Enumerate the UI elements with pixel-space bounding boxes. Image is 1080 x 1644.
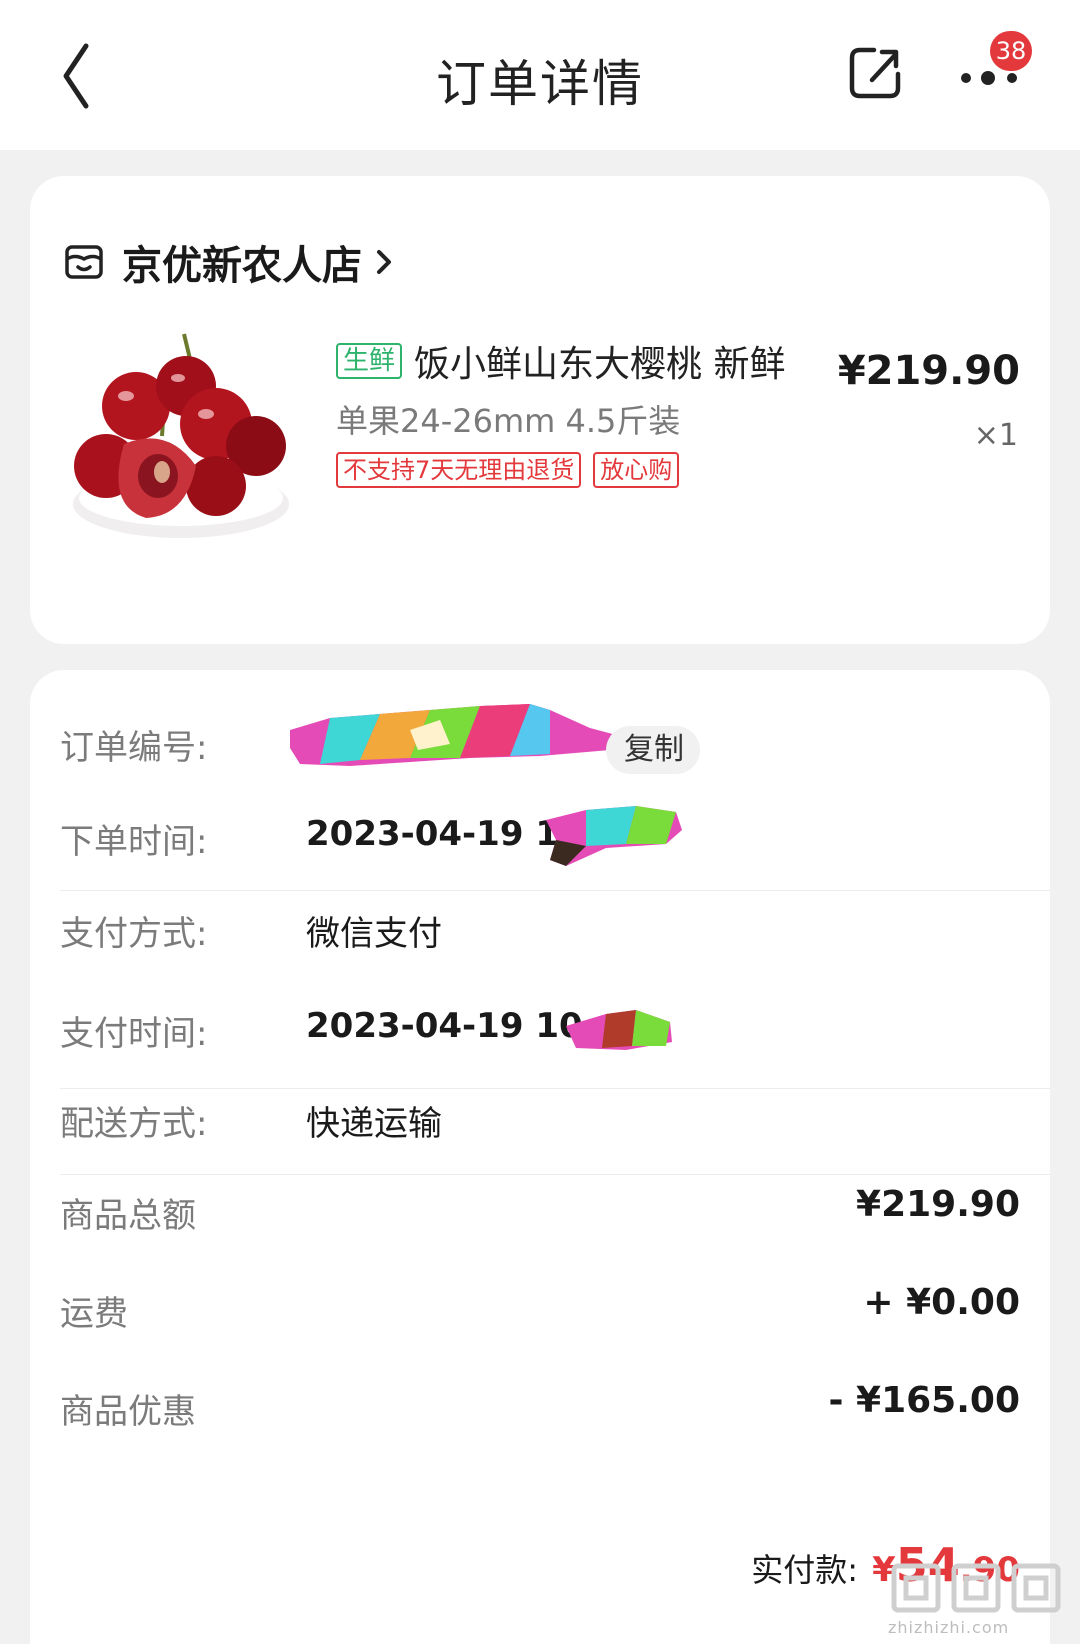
divider	[60, 890, 1050, 891]
assured-tag: 放心购	[593, 452, 680, 488]
watermark: zhizhizhi.com	[888, 1560, 1068, 1640]
product-card: 京优新农人店 生鲜 饭小鲜山东大樱桃 新鲜 单果24-26mm 4.5斤装 不支…	[30, 176, 1050, 644]
payment-method-label: 支付方式:	[60, 914, 208, 954]
store-link[interactable]: 京优新农人店	[64, 232, 394, 292]
product-quantity: ×1	[973, 418, 1018, 453]
payment-time-label: 支付时间:	[60, 1014, 208, 1054]
fresh-tag: 生鲜	[336, 343, 403, 379]
copy-button[interactable]: 复制	[606, 726, 700, 774]
product-title: 饭小鲜山东大樱桃 新鲜	[414, 344, 786, 385]
share-icon	[849, 47, 901, 99]
shipping-label: 运费	[60, 1294, 128, 1334]
product-price: ¥219.90	[837, 348, 1020, 394]
notification-badge: 38	[990, 31, 1032, 71]
product-spec: 单果24-26mm 4.5斤装	[336, 402, 681, 440]
order-info-card: 订单编号: 复制 下单时间: 2023-04-19 10 支付方式: 微信支付 …	[30, 670, 1050, 1644]
redaction-mark	[566, 1010, 672, 1050]
top-bar: 订单详情 38	[0, 0, 1080, 150]
shipping-value: + ¥0.00	[863, 1282, 1020, 1323]
product-title-row[interactable]: 生鲜 饭小鲜山东大樱桃 新鲜	[336, 336, 806, 386]
divider	[60, 1174, 1050, 1175]
page-title: 订单详情	[436, 55, 644, 113]
paid-label: 实付款:	[751, 1551, 859, 1589]
product-image[interactable]	[66, 326, 296, 566]
redaction-mark	[290, 704, 620, 766]
delivery-method-label: 配送方式:	[60, 1104, 208, 1144]
no-return-tag: 不支持7天无理由退货	[336, 452, 582, 488]
discount-label: 商品优惠	[60, 1392, 196, 1432]
discount-value: - ¥165.00	[828, 1380, 1020, 1421]
watermark-logo-icon	[891, 1563, 1061, 1613]
subtotal-label: 商品总额	[60, 1196, 196, 1236]
store-icon	[65, 245, 103, 279]
delivery-method-value: 快递运输	[306, 1104, 442, 1144]
divider	[60, 1088, 1050, 1089]
store-name: 京优新农人店	[122, 243, 362, 289]
payment-time-value: 2023-04-19 10	[306, 1006, 583, 1046]
redaction-mark	[546, 806, 682, 866]
payment-method-value: 微信支付	[306, 914, 442, 954]
order-time-label: 下单时间:	[60, 822, 208, 862]
service-tags: 不支持7天无理由退货 放心购	[336, 452, 680, 488]
watermark-text: zhizhizhi.com	[888, 1618, 1010, 1637]
share-button[interactable]	[846, 44, 904, 102]
order-number-label: 订单编号:	[60, 728, 208, 768]
subtotal-value: ¥219.90	[856, 1184, 1020, 1225]
chevron-right-icon	[377, 250, 391, 274]
order-time-value: 2023-04-19 10	[306, 814, 583, 854]
